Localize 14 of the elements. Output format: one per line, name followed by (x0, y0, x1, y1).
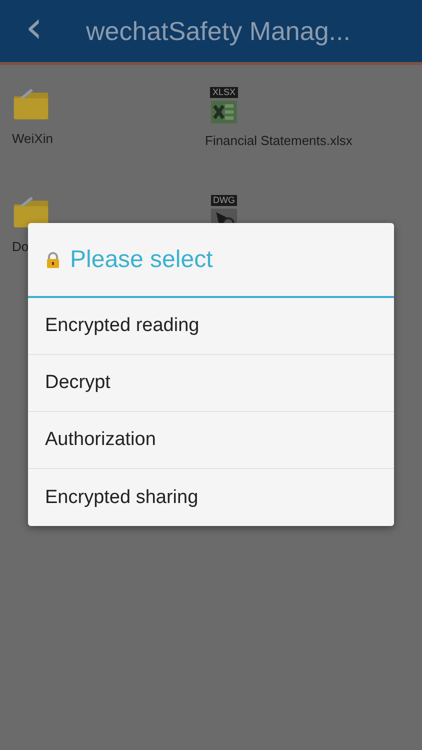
file-name: Financial Statements.xlsx (205, 133, 352, 148)
file-name: WeiXin (12, 131, 53, 146)
menu-option[interactable]: Encrypted sharing (28, 469, 394, 526)
back-button[interactable]: ‹ (22, 6, 46, 56)
file-name: Do (12, 239, 29, 254)
spreadsheet-icon[interactable] (211, 100, 237, 124)
file-type-label: XLSX (210, 87, 238, 98)
dialog-title: Please select (70, 246, 213, 274)
menu-option[interactable]: Encrypted reading (28, 298, 394, 355)
menu-option[interactable]: Authorization (28, 412, 394, 469)
lock-icon (46, 252, 60, 268)
menu-option[interactable]: Decrypt (28, 355, 394, 412)
file-type-label: DWG (211, 195, 237, 206)
screen-title: wechatSafety Manag... (86, 16, 350, 46)
